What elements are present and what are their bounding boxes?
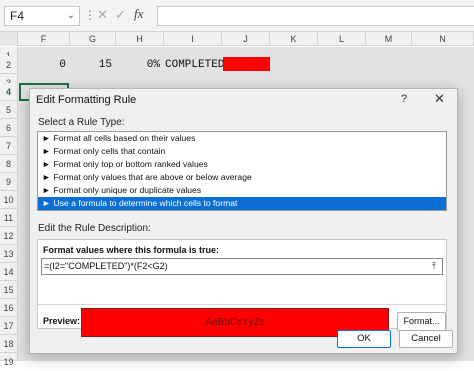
close-button[interactable]: ✕: [434, 91, 445, 107]
close-icon[interactable]: ✕: [97, 7, 108, 23]
row-header[interactable]: 14: [0, 263, 18, 281]
row-header[interactable]: 12: [0, 227, 18, 245]
preview-label: Preview:: [43, 316, 81, 326]
row-header[interactable]: 16: [0, 299, 18, 317]
row-header[interactable]: 6: [0, 119, 18, 137]
column-header-h[interactable]: H: [116, 32, 164, 46]
triangle-right-icon: ►: [42, 172, 51, 182]
cancel-button[interactable]: Cancel: [399, 330, 453, 348]
rule-type-item[interactable]: ► Format only values that are above or be…: [38, 171, 446, 184]
row-header[interactable]: 19: [0, 353, 18, 367]
formula-bar: F4 ⌄ ⋮ ✕ ✓ fx: [0, 0, 474, 32]
cell-h2[interactable]: 0%: [116, 56, 160, 74]
row-header[interactable]: 2: [0, 56, 18, 74]
triangle-right-icon: ►: [42, 146, 51, 156]
rule-type-item[interactable]: ► Format all cells based on their values: [38, 132, 446, 145]
row-header[interactable]: 10: [0, 191, 18, 209]
dialog-title: Edit Formatting Rule: [36, 94, 137, 106]
ok-button[interactable]: OK: [337, 330, 391, 348]
row-header[interactable]: 7: [0, 137, 18, 155]
select-all-corner[interactable]: [0, 32, 18, 46]
cell-f2[interactable]: 0: [18, 56, 66, 74]
rule-type-item[interactable]: ► Format only top or bottom ranked values: [38, 158, 446, 171]
row-header[interactable]: 18: [0, 335, 18, 353]
column-header-l[interactable]: L: [318, 32, 366, 46]
column-header-g[interactable]: G: [70, 32, 116, 46]
drag-handle-icon[interactable]: ⋮: [84, 8, 96, 22]
name-box[interactable]: F4 ⌄: [4, 6, 80, 26]
formula-condition-label: Format values where this formula is true…: [43, 245, 220, 255]
triangle-right-icon: ►: [42, 198, 51, 208]
triangle-right-icon: ►: [42, 133, 51, 143]
format-button[interactable]: Format...: [397, 312, 446, 331]
formula-field-value: =(I2="COMPLETED")*(F2<G2): [44, 261, 168, 271]
rule-type-list[interactable]: ► Format all cells based on their values …: [37, 131, 447, 211]
row-header[interactable]: 8: [0, 155, 18, 173]
column-header-n[interactable]: N: [412, 32, 474, 46]
formula-input[interactable]: [157, 6, 474, 26]
row-header-selected[interactable]: 4: [0, 83, 18, 101]
column-header-j[interactable]: J: [222, 32, 270, 46]
edit-formatting-rule-dialog: Edit Formatting Rule ? ✕ Select a Rule T…: [29, 88, 458, 354]
chevron-down-icon[interactable]: ⌄: [67, 7, 75, 25]
triangle-right-icon: ►: [42, 185, 51, 195]
row-header[interactable]: 5: [0, 101, 18, 119]
rule-type-item[interactable]: ► Format only unique or duplicate values: [38, 184, 446, 197]
row-header[interactable]: 17: [0, 317, 18, 335]
rule-description-panel: Format values where this formula is true…: [37, 239, 447, 337]
row-header[interactable]: 15: [0, 281, 18, 299]
rule-type-item-selected[interactable]: ► Use a formula to determine which cells …: [38, 197, 446, 210]
select-rule-type-label: Select a Rule Type:: [38, 117, 125, 128]
row-header[interactable]: 9: [0, 173, 18, 191]
column-header-k[interactable]: K: [270, 32, 318, 46]
formula-field[interactable]: =(I2="COMPLETED")*(F2<G2) ⤒: [41, 258, 443, 275]
column-header-i[interactable]: I: [164, 32, 222, 46]
cell-g2[interactable]: 15: [70, 56, 112, 74]
column-header-f[interactable]: F: [18, 32, 70, 46]
divider: [38, 304, 446, 305]
help-button[interactable]: ?: [401, 93, 407, 105]
column-header-row: F G H I J K L M N: [0, 32, 474, 46]
row-header[interactable]: 11: [0, 209, 18, 227]
cell-j2-red-fill[interactable]: [223, 57, 270, 71]
preview-sample-text: AaBbCcYyZz: [205, 317, 265, 328]
name-box-value: F4: [10, 9, 25, 23]
triangle-right-icon: ►: [42, 159, 51, 169]
rule-type-item[interactable]: ► Format only cells that contain: [38, 145, 446, 158]
collapse-dialog-icon[interactable]: ⤒: [427, 260, 441, 273]
edit-description-label: Edit the Rule Description:: [38, 223, 151, 234]
check-icon[interactable]: ✓: [115, 7, 126, 23]
cell-i2[interactable]: COMPLETED: [164, 56, 224, 74]
row-header[interactable]: 13: [0, 245, 18, 263]
insert-function-button[interactable]: fx: [134, 6, 143, 22]
column-header-m[interactable]: M: [366, 32, 412, 46]
